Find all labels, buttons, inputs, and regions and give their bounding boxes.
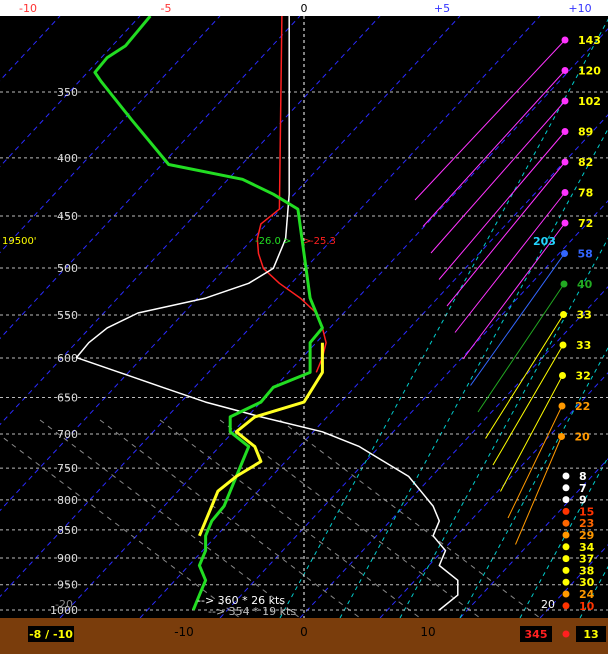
wind-point (561, 36, 569, 44)
right-box-text: 13 (583, 628, 598, 641)
top-axis-tick: +5 (434, 2, 450, 15)
wind-point (562, 496, 570, 504)
wind-value: 143 (578, 34, 601, 47)
wind-value: 10 (579, 600, 595, 613)
temp-red-label: -25.3 (310, 236, 336, 247)
wind-point (562, 602, 570, 610)
wind-value: 72 (578, 217, 593, 230)
wind-value: 33 (577, 309, 592, 322)
wind-point (561, 97, 569, 105)
wind-point (558, 433, 565, 440)
cyan-value: 203 (533, 235, 556, 248)
pressure-label: 450 (57, 210, 78, 223)
bottom-partial-tick: -20 (55, 598, 73, 611)
temp-green-label: -26.0 (255, 236, 281, 247)
pressure-label: 750 (57, 462, 78, 475)
pressure-label: 850 (57, 524, 78, 537)
pressure-label: 550 (57, 309, 78, 322)
wind-point (561, 128, 569, 135)
wind-value: 20 (575, 431, 591, 444)
wind-value: 22 (575, 400, 590, 413)
wind-point (562, 578, 570, 586)
top-axis-tick: +10 (568, 2, 591, 15)
skew-t-chart: 350 400 450 500 550 600 650 700 750 800 850 900 950 1… (0, 0, 608, 654)
wind-point (560, 311, 567, 318)
bottom-axis-tick: -10 (174, 625, 194, 639)
top-axis-tick: -5 (161, 2, 172, 15)
left-box-text: -8 / -10 (29, 628, 73, 641)
wind-point (561, 250, 568, 257)
wind-value: 32 (576, 370, 591, 383)
pressure-label: 700 (57, 428, 78, 441)
wind-point (559, 341, 567, 349)
top-axis-tick: 0 (301, 2, 308, 15)
wind-point (562, 472, 570, 480)
wind-value: 40 (577, 278, 593, 291)
wind-value: 33 (576, 339, 591, 352)
top-axis-tick: -10 (19, 2, 37, 15)
arrow-label: > (283, 236, 291, 247)
wind-point (558, 402, 566, 410)
wind-point (559, 372, 566, 379)
pressure-label: 950 (57, 579, 78, 592)
height-label: 19500' (2, 236, 37, 247)
wind-point (562, 484, 570, 492)
bottom-axis-tick: 10 (420, 625, 435, 639)
wind-point (562, 519, 570, 527)
wind-line-2: --> 354 * 19 kts (208, 605, 296, 618)
bottom-partial-tick-right: 20 (541, 598, 555, 611)
wind-point (562, 590, 570, 598)
pressure-label: 900 (57, 552, 78, 565)
wind-value: 89 (578, 126, 593, 139)
bottom-axis-tick: 0 (300, 625, 308, 639)
wind-value: 120 (578, 65, 601, 78)
pressure-label: 400 (57, 152, 78, 165)
ground-wind-point (562, 630, 570, 638)
wind-point (562, 555, 570, 563)
wind-value: 58 (578, 248, 593, 261)
wind-point (561, 189, 569, 196)
right-red-text: 345 (525, 628, 548, 641)
pressure-label: 350 (57, 86, 78, 99)
pressure-label: 600 (57, 352, 78, 365)
wind-point (562, 543, 570, 551)
wind-value: 82 (578, 156, 593, 169)
wind-point (561, 158, 569, 166)
wind-point (560, 280, 568, 288)
wind-value: 78 (578, 187, 593, 200)
pressure-label: 650 (57, 391, 78, 404)
wind-point (561, 67, 569, 74)
wind-value: 102 (578, 95, 601, 108)
pressure-label: 500 (57, 262, 78, 275)
pressure-label: 800 (57, 494, 78, 507)
chart-svg: 3504004505005506006507007508008509009501… (0, 0, 608, 654)
wind-point (561, 219, 569, 227)
wind-point (562, 566, 570, 574)
wind-point (562, 531, 570, 539)
wind-point (562, 507, 570, 515)
